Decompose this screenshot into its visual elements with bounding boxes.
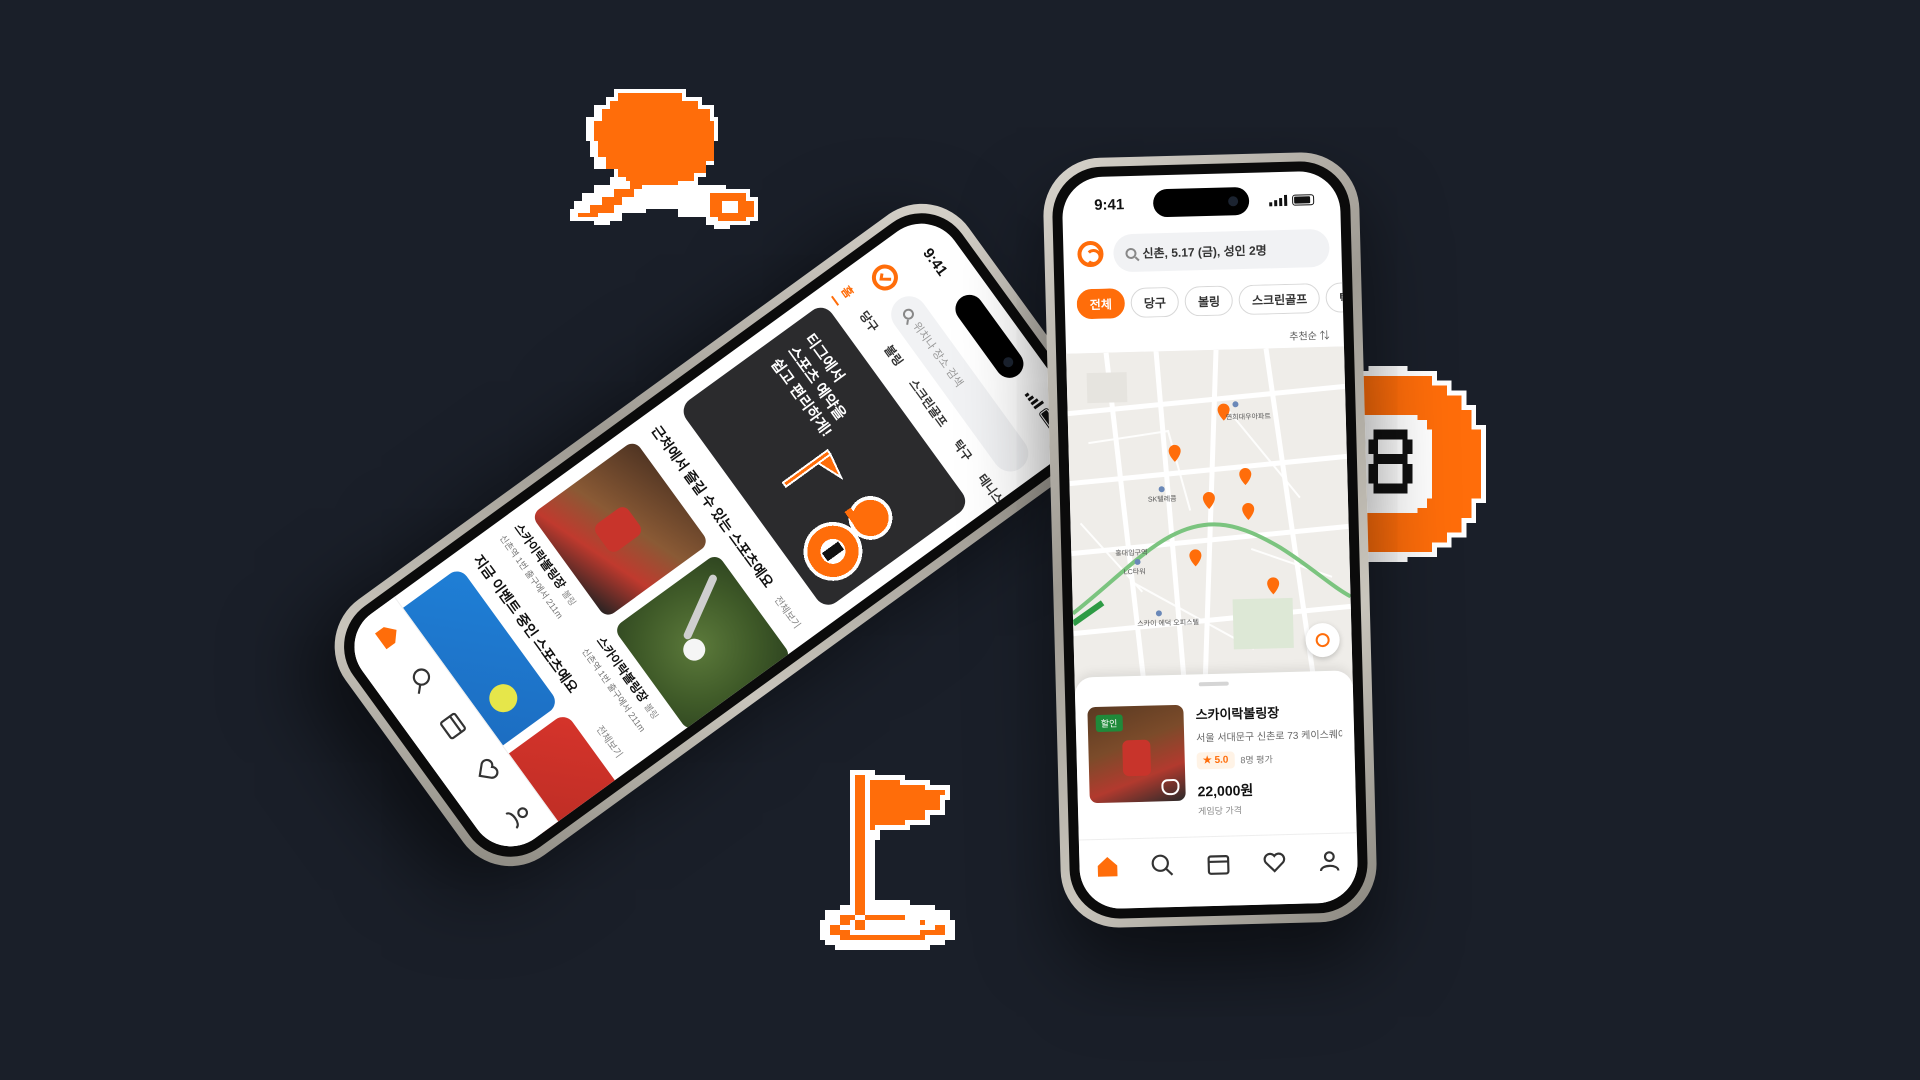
search-icon[interactable] xyxy=(403,662,439,698)
banner-text: 티그에서 스포츠 예약을 쉽고 편리하게! xyxy=(766,330,871,441)
chip-bowling[interactable]: 볼링 xyxy=(1184,285,1234,317)
chip-all[interactable]: 전체 xyxy=(1076,288,1126,320)
category-chips: 전체 당구 볼링 스크린골프 탁구 xyxy=(1076,282,1344,320)
rating-badge: ★ 5.0 xyxy=(1196,751,1235,770)
venue-price: 22,000원 xyxy=(1197,781,1254,800)
heart-icon[interactable] xyxy=(1261,849,1288,876)
signal-icon xyxy=(1024,388,1045,410)
venue-bottom-sheet[interactable]: 할인 스카이락볼링장 서울 서대문구 신촌로 73 케이스퀘어... ★ 5.0… xyxy=(1074,670,1357,840)
map-screen: 9:41 신촌, 5.17 (금), 성인 2명 전체 당구 볼링 스크린골프 … xyxy=(1061,170,1359,910)
venue-name: 스카이락볼링장 xyxy=(1195,705,1280,723)
nearby-see-all-link[interactable]: 전체보기 xyxy=(772,592,806,631)
tab-tennis[interactable]: 테니스 xyxy=(968,470,1008,511)
profile-icon[interactable] xyxy=(501,797,537,833)
status-bar: 9:41 xyxy=(1062,186,1341,217)
bottom-tab-bar xyxy=(1078,832,1359,910)
chip-screen-golf[interactable]: 스크린골프 xyxy=(1238,283,1321,316)
events-see-all-link[interactable]: 전체보기 xyxy=(594,722,628,760)
venue-tag: 볼링 xyxy=(560,588,578,608)
sale-badge: 할인 xyxy=(1095,714,1123,733)
search-input[interactable]: 신촌, 5.17 (금), 성인 2명 xyxy=(1112,228,1330,273)
home-screen: 9:41 위치나 장소 검색 홈 당구 볼링 스크린골프 탁구 테니스 티그에서… xyxy=(338,207,1094,863)
chip-billiards[interactable]: 당구 xyxy=(1130,286,1180,318)
app-logo-icon[interactable] xyxy=(1077,240,1104,268)
venue-photo: 할인 xyxy=(1087,704,1186,804)
ping-pong-paddle-icon xyxy=(566,88,762,274)
tab-table-tennis[interactable]: 탁구 xyxy=(943,436,976,469)
venue-tag: 볼링 xyxy=(642,701,661,721)
calendar-icon[interactable] xyxy=(436,707,472,743)
tab-bowling[interactable]: 볼링 xyxy=(874,341,907,374)
app-logo-icon[interactable] xyxy=(865,258,904,297)
tab-home[interactable]: 홈 xyxy=(831,282,858,306)
calendar-icon[interactable] xyxy=(1205,851,1232,878)
search-icon xyxy=(1125,247,1137,259)
venue-card[interactable]: 할인 스카이락볼링장 서울 서대문구 신촌로 73 케이스퀘어... ★ 5.0… xyxy=(1087,701,1344,821)
status-time: 9:41 xyxy=(1093,195,1125,214)
tab-billiards[interactable]: 당구 xyxy=(849,307,882,340)
status-time: 9:41 xyxy=(919,244,952,280)
price-unit: 게임당 가격 xyxy=(1197,805,1243,817)
home-icon[interactable] xyxy=(1094,853,1121,880)
profile-icon[interactable] xyxy=(1316,848,1343,875)
sheet-handle[interactable] xyxy=(1198,681,1229,687)
venue-address: 서울 서대문구 신촌로 73 케이스퀘어... xyxy=(1196,729,1343,745)
signal-icon xyxy=(1269,194,1288,206)
golf-flag-icon xyxy=(820,770,1020,970)
home-icon[interactable] xyxy=(370,617,406,653)
search-icon[interactable] xyxy=(1150,852,1177,879)
map-phone-mockup: 9:41 신촌, 5.17 (금), 성인 2명 전체 당구 볼링 스크린골프 … xyxy=(1041,150,1379,930)
map-view[interactable]: 연희대우아파트 SK텔레콤 홍대입구역 LC타워 스카이 에덕 오피스텔 xyxy=(1066,346,1353,694)
heart-icon[interactable] xyxy=(468,752,504,788)
search-summary: 신촌, 5.17 (금), 성인 2명 xyxy=(1142,242,1267,261)
battery-icon xyxy=(1291,193,1315,206)
rating-count: 8명 평가 xyxy=(1240,754,1273,766)
search-icon xyxy=(901,306,917,322)
sort-dropdown[interactable]: 추천순 ⇅ xyxy=(1289,327,1330,343)
chip-table-tennis[interactable]: 탁구 xyxy=(1325,282,1344,313)
